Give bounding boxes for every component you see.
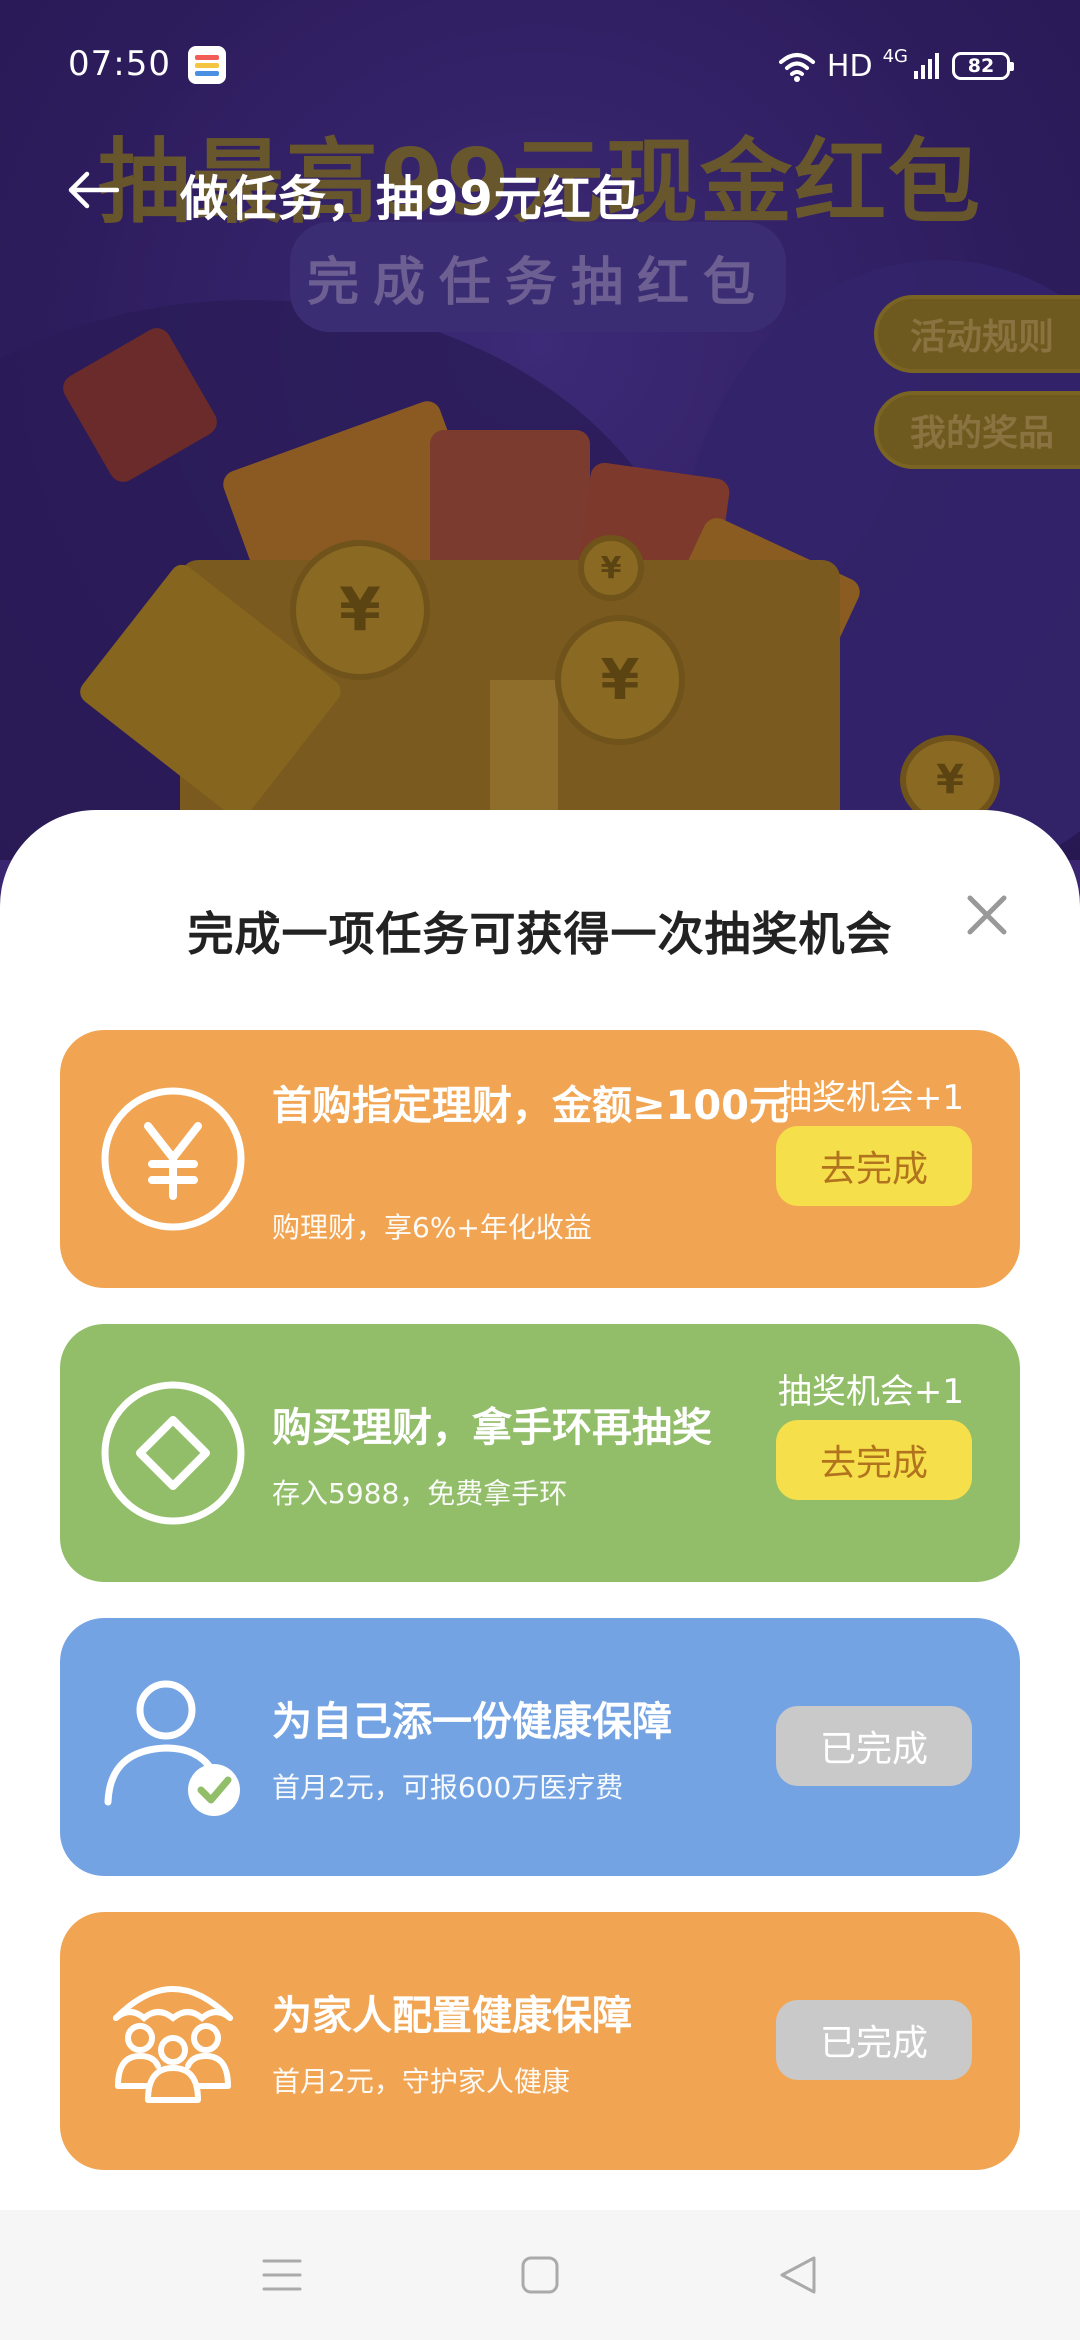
task-description: 首月2元，可报600万医疗费 xyxy=(272,1771,624,1804)
lottery-chance-label: 抽奖机会+1 xyxy=(777,1372,964,1412)
family-umbrella-icon xyxy=(98,1966,248,2116)
task-heading: 为自己添一份健康保障 xyxy=(272,1699,672,1745)
page-title: 做任务，抽99元红包 xyxy=(180,171,641,227)
yuan-coin-icon xyxy=(98,1084,248,1234)
task-card: 为自己添一份健康保障 首月2元，可报600万医疗费 已完成 xyxy=(60,1618,1020,1876)
back-arrow-icon xyxy=(68,171,119,209)
go-complete-button[interactable]: 去完成 xyxy=(776,1126,972,1206)
task-card: 为家人配置健康保障 首月2元，守护家人健康 已完成 xyxy=(60,1912,1020,2170)
hd-indicator: HD xyxy=(826,48,873,84)
task-heading: 购买理财，拿手环再抽奖 xyxy=(272,1405,712,1451)
task-sheet: 完成一项任务可获得一次抽奖机会 首购指定理财，金额≥100元 购理财，享6%+年… xyxy=(0,810,1080,2210)
hero-subtitle: 完成任务抽红包 xyxy=(290,222,786,332)
wifi-icon xyxy=(778,53,815,82)
task-description: 购理财，享6%+年化收益 xyxy=(272,1211,592,1244)
status-time: 07:50 xyxy=(68,44,171,84)
close-button[interactable] xyxy=(956,884,1018,946)
menu-icon xyxy=(262,2259,302,2291)
task-heading: 首购指定理财，金额≥100元 xyxy=(272,1083,790,1129)
signal-4g-label: 4G xyxy=(882,46,908,67)
task-description: 存入5988，免费拿手环 xyxy=(272,1477,568,1510)
completed-button: 已完成 xyxy=(776,1706,972,1786)
system-back-button[interactable] xyxy=(768,2250,828,2300)
task-description: 首月2元，守护家人健康 xyxy=(272,2065,570,2098)
signal-icon xyxy=(914,53,939,79)
system-nav-bar xyxy=(0,2210,1080,2340)
close-icon xyxy=(967,895,1007,935)
task-heading: 为家人配置健康保障 xyxy=(272,1993,632,2039)
status-bar: 07:50 HD 4G 82 xyxy=(0,0,1080,130)
recent-apps-button[interactable] xyxy=(252,2250,312,2300)
home-icon xyxy=(521,2256,559,2294)
sheet-title: 完成一项任务可获得一次抽奖机会 xyxy=(187,907,893,961)
status-indicators: HD 4G 82 xyxy=(777,46,1014,86)
back-triangle-icon xyxy=(780,2256,816,2294)
completed-button: 已完成 xyxy=(776,2000,972,2080)
go-complete-button[interactable]: 去完成 xyxy=(776,1420,972,1500)
my-prizes-button[interactable]: 我的奖品 xyxy=(874,391,1080,469)
task-card: 首购指定理财，金额≥100元 购理财，享6%+年化收益 抽奖机会+1 去完成 xyxy=(60,1030,1020,1288)
yuan-coin-illustration: ¥ xyxy=(290,540,430,680)
battery-icon: 82 xyxy=(952,52,1014,80)
yuan-coin-illustration: ¥ xyxy=(578,535,644,601)
coin-diamond-icon xyxy=(98,1378,248,1528)
activity-rules-button[interactable]: 活动规则 xyxy=(874,295,1080,373)
app-notification-icon xyxy=(188,46,226,84)
home-button[interactable] xyxy=(510,2250,570,2300)
yuan-coin-illustration: ¥ xyxy=(555,615,685,745)
back-button[interactable] xyxy=(60,157,126,223)
lottery-chance-label: 抽奖机会+1 xyxy=(777,1078,964,1118)
title-bar: 做任务，抽99元红包 xyxy=(0,145,1080,235)
person-check-icon xyxy=(98,1672,248,1822)
task-card: 购买理财，拿手环再抽奖 存入5988，免费拿手环 抽奖机会+1 去完成 xyxy=(60,1324,1020,1582)
